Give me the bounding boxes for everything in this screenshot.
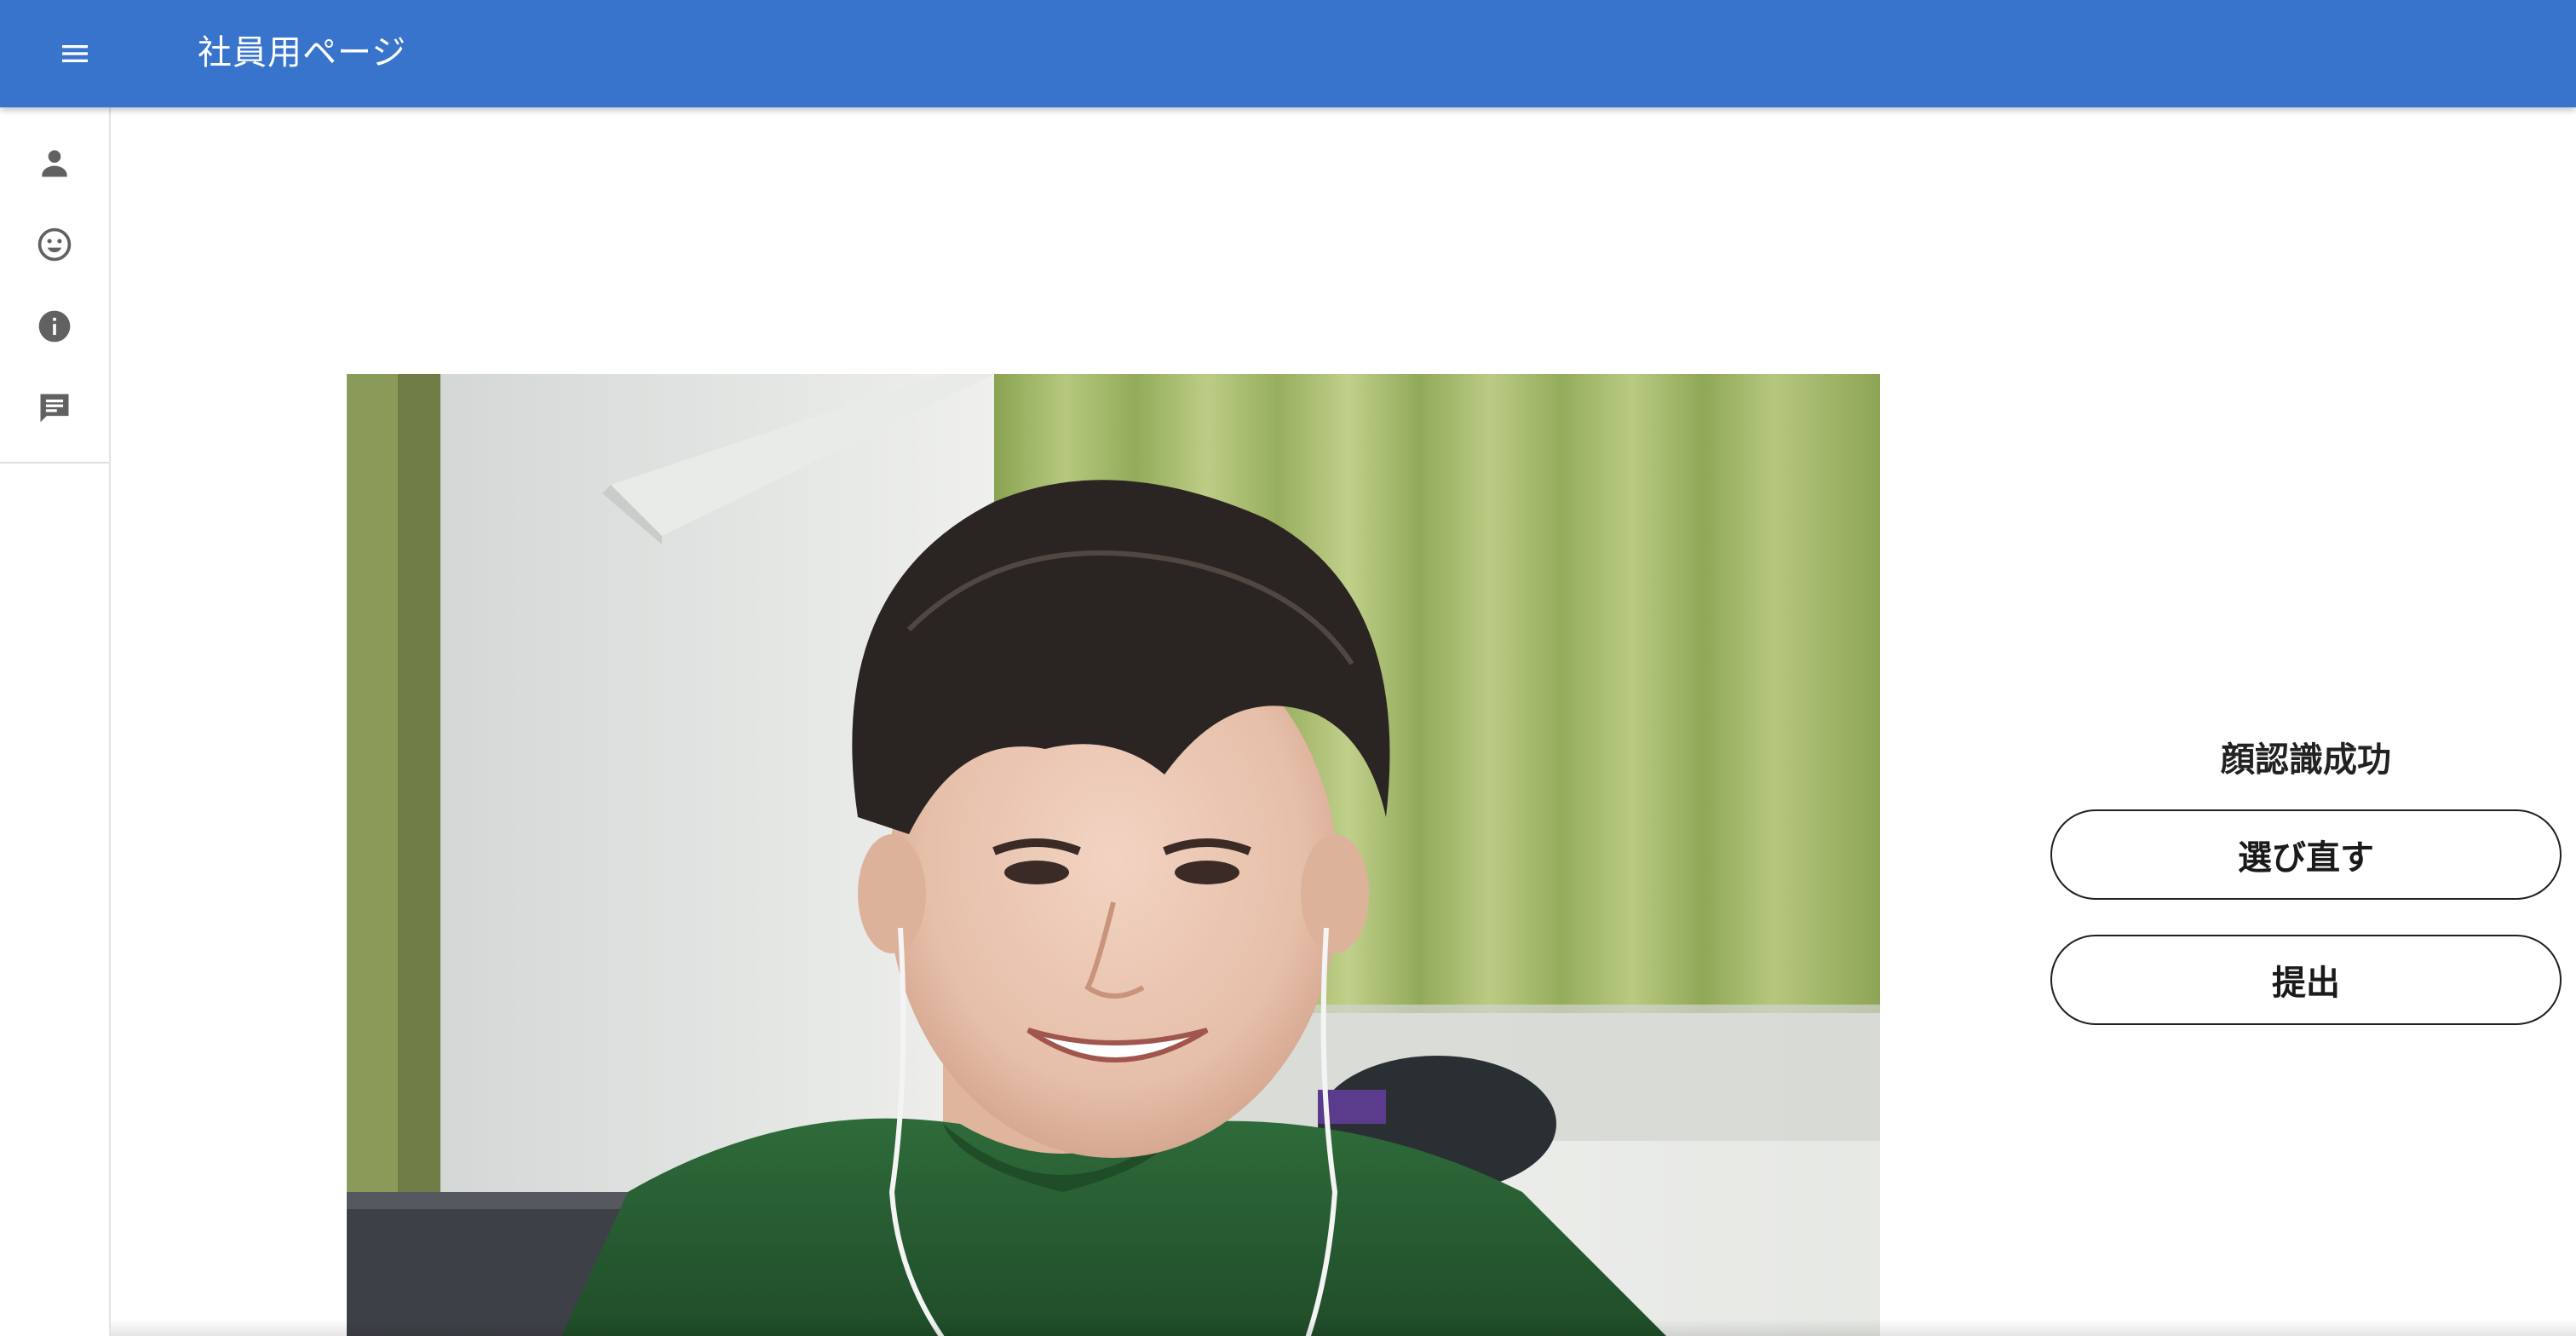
main-content: 顔認識成功 選び直す 提出	[111, 107, 2576, 1336]
reselect-button[interactable]: 選び直す	[2050, 809, 2562, 900]
page-title: 社員用ページ	[198, 33, 407, 72]
submit-button[interactable]: 提出	[2050, 935, 2562, 1025]
recognition-status-text: 顔認識成功	[2221, 740, 2391, 780]
sidebar-item-profile[interactable]	[0, 122, 109, 204]
sidebar-item-info[interactable]	[0, 285, 109, 367]
side-drawer	[0, 107, 111, 1336]
app-root: 社員用ページ 顔認識成功 選び直す 提出	[0, 0, 2576, 1336]
person-icon	[42, 150, 67, 177]
bottom-edge-shadow	[0, 1319, 2576, 1336]
sidebar-item-face-recognition[interactable]	[0, 204, 109, 285]
app-bar: 社員用ページ	[0, 0, 2576, 107]
recognition-panel: 顔認識成功 選び直す 提出	[2050, 736, 2562, 1025]
face-photo-image	[347, 374, 1880, 1336]
drawer-list	[0, 107, 109, 464]
hamburger-menu-icon	[62, 45, 88, 62]
sidebar-item-messages[interactable]	[0, 367, 109, 449]
menu-button[interactable]	[48, 26, 102, 81]
chat-icon	[40, 394, 69, 423]
camera-photo	[347, 374, 1880, 1336]
smiley-face-icon	[37, 227, 72, 262]
info-icon	[38, 310, 71, 343]
